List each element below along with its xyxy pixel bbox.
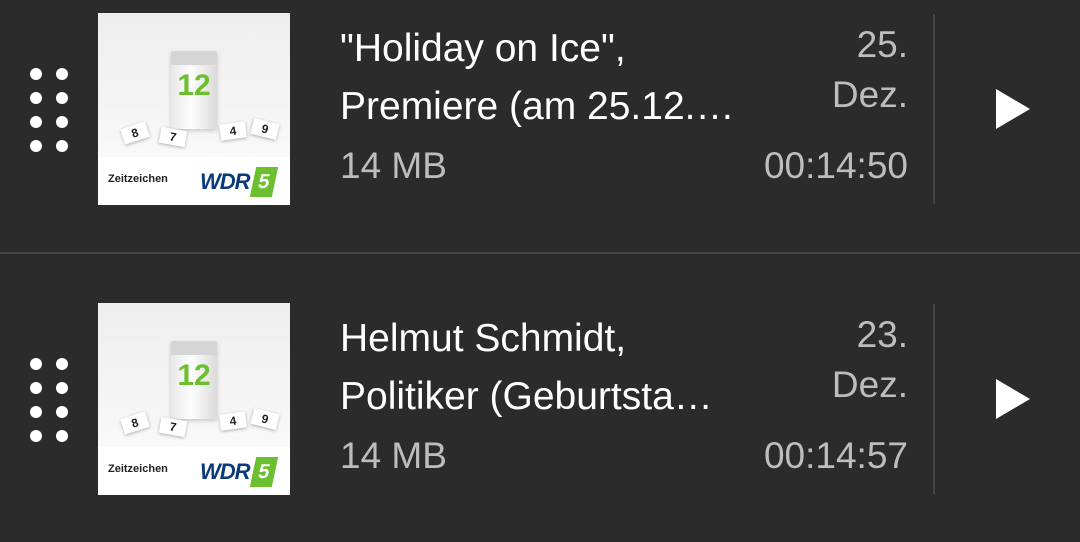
episode-cover-image: 12 8 7 4 9 Zeitzeichen WDR 5	[98, 303, 290, 495]
list-divider	[0, 252, 1080, 254]
cards-illustration: 8 7 4 9	[102, 407, 286, 438]
cover-series-label: Zeitzeichen	[108, 463, 168, 475]
cover-series-label: Zeitzeichen	[108, 173, 168, 185]
wdr5-logo: WDR 5	[200, 457, 278, 487]
episode-size: 14 MB	[340, 145, 447, 186]
drag-handle-icon[interactable]	[30, 68, 70, 152]
drag-handle-icon[interactable]	[30, 358, 70, 442]
calendar-number: 12	[177, 359, 211, 392]
episode-size: 14 MB	[340, 435, 447, 476]
cards-illustration: 8 7 4 9	[102, 117, 286, 148]
play-icon	[996, 379, 1030, 419]
play-icon	[996, 89, 1030, 129]
episode-duration: 00:14:57	[763, 435, 908, 476]
episode-list-item[interactable]: 12 8 7 4 9 Zeitzeichen WDR 5 Helmut Schm…	[0, 290, 1080, 542]
episode-title[interactable]: "Holiday on Ice", Premiere (am 25.12.…	[340, 20, 810, 136]
play-button[interactable]	[990, 84, 1036, 134]
play-button[interactable]	[990, 374, 1036, 424]
calendar-number: 12	[177, 69, 211, 102]
episode-date: 25. Dez.	[831, 24, 908, 115]
episode-date: 23. Dez.	[831, 314, 908, 405]
episode-list-item[interactable]: 12 8 7 4 9 Zeitzeichen WDR 5 "Holiday on…	[0, 0, 1080, 252]
wdr5-logo: WDR 5	[200, 167, 278, 197]
vertical-divider	[933, 304, 935, 494]
episode-title[interactable]: Helmut Schmidt, Politiker (Geburtsta…	[340, 310, 810, 426]
episode-duration: 00:14:50	[763, 145, 908, 186]
vertical-divider	[933, 14, 935, 204]
episode-cover-image: 12 8 7 4 9 Zeitzeichen WDR 5	[98, 13, 290, 205]
